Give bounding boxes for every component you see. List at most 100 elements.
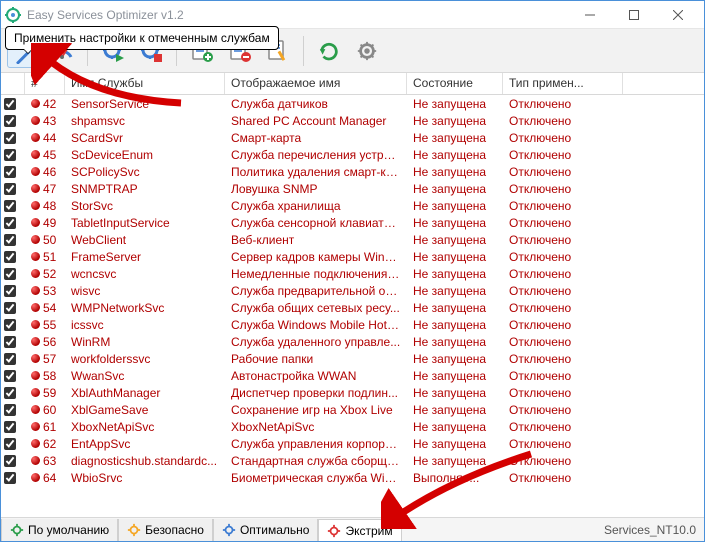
row-index: 52 (25, 267, 65, 281)
row-state: Не запущена (407, 97, 503, 111)
row-display-name: Служба сенсорной клавиатур... (225, 216, 407, 230)
row-checkbox[interactable] (4, 319, 16, 331)
table-row[interactable]: 64WbioSrvcБиометрическая служба Win...Вы… (1, 469, 704, 486)
status-dot-icon (31, 133, 40, 142)
row-checkbox[interactable] (4, 149, 16, 161)
table-row[interactable]: 44SCardSvrСмарт-картаНе запущенаОтключен… (1, 129, 704, 146)
maximize-button[interactable] (612, 1, 656, 29)
tab-extreme[interactable]: Экстрим (318, 519, 401, 541)
table-row[interactable]: 46SCPolicySvcПолитика удаления смарт-кар… (1, 163, 704, 180)
row-checkbox[interactable] (4, 438, 16, 450)
row-checkbox-cell (1, 387, 25, 399)
row-index: 56 (25, 335, 65, 349)
row-index: 53 (25, 284, 65, 298)
row-index: 58 (25, 369, 65, 383)
table-row[interactable]: 59XblAuthManagerДиспетчер проверки подли… (1, 384, 704, 401)
table-row[interactable]: 53wisvcСлужба предварительной оц...Не за… (1, 282, 704, 299)
row-checkbox[interactable] (4, 285, 16, 297)
table-row[interactable]: 55icssvcСлужба Windows Mobile HotspotНе … (1, 316, 704, 333)
row-checkbox[interactable] (4, 115, 16, 127)
table-row[interactable]: 62EntAppSvcСлужба управления корпора...Н… (1, 435, 704, 452)
table-row[interactable]: 43shpamsvcShared PC Account ManagerНе за… (1, 112, 704, 129)
settings-button[interactable] (350, 34, 384, 68)
row-checkbox[interactable] (4, 370, 16, 382)
minimize-button[interactable] (568, 1, 612, 29)
row-checkbox-cell (1, 268, 25, 280)
row-service-name: WwanSvc (65, 369, 225, 383)
table-row[interactable]: 63diagnosticshub.standardc...Стандартная… (1, 452, 704, 469)
row-checkbox[interactable] (4, 132, 16, 144)
row-checkbox[interactable] (4, 200, 16, 212)
refresh-button[interactable] (312, 34, 346, 68)
row-startup-type: Отключено (503, 250, 623, 264)
row-checkbox[interactable] (4, 268, 16, 280)
services-table[interactable]: # Имя Службы Отображаемое имя Состояние … (1, 73, 704, 517)
table-row[interactable]: 45ScDeviceEnumСлужба перечисления устрой… (1, 146, 704, 163)
row-startup-type: Отключено (503, 148, 623, 162)
close-button[interactable] (656, 1, 700, 29)
row-checkbox[interactable] (4, 234, 16, 246)
column-checkbox[interactable] (1, 73, 25, 94)
column-state[interactable]: Состояние (407, 73, 503, 94)
maximize-icon (629, 10, 639, 20)
row-display-name: Служба общих сетевых ресу... (225, 301, 407, 315)
table-row[interactable]: 56WinRMСлужба удаленного управле...Не за… (1, 333, 704, 350)
row-checkbox[interactable] (4, 166, 16, 178)
row-checkbox[interactable] (4, 404, 16, 416)
table-row[interactable]: 58WwanSvcАвтонастройка WWANНе запущенаОт… (1, 367, 704, 384)
table-row[interactable]: 52wcncsvcНемедленные подключения W...Не … (1, 265, 704, 282)
status-dot-icon (31, 99, 40, 108)
column-service-name[interactable]: Имя Службы (65, 73, 225, 94)
titlebar: Easy Services Optimizer v1.2 (1, 1, 704, 29)
row-display-name: Политика удаления смарт-карт (225, 165, 407, 179)
table-row[interactable]: 60XblGameSaveСохранение игр на Xbox Live… (1, 401, 704, 418)
row-display-name: Служба хранилища (225, 199, 407, 213)
row-checkbox[interactable] (4, 98, 16, 110)
row-display-name: Рабочие папки (225, 352, 407, 366)
row-service-name: StorSvc (65, 199, 225, 213)
table-row[interactable]: 54WMPNetworkSvcСлужба общих сетевых ресу… (1, 299, 704, 316)
table-row[interactable]: 57workfolderssvcРабочие папкиНе запущена… (1, 350, 704, 367)
row-service-name: EntAppSvc (65, 437, 225, 451)
row-service-name: diagnosticshub.standardc... (65, 454, 225, 468)
row-checkbox[interactable] (4, 336, 16, 348)
row-checkbox[interactable] (4, 455, 16, 467)
table-row[interactable]: 47SNMPTRAPЛовушка SNMPНе запущенаОтключе… (1, 180, 704, 197)
status-dot-icon (31, 116, 40, 125)
tab-default[interactable]: По умолчанию (1, 519, 118, 541)
row-state: Не запущена (407, 420, 503, 434)
table-row[interactable]: 61XboxNetApiSvcXboxNetApiSvcНе запущенаО… (1, 418, 704, 435)
row-checkbox[interactable] (4, 387, 16, 399)
row-checkbox-cell (1, 234, 25, 246)
table-row[interactable]: 42SensorServiceСлужба датчиковНе запущен… (1, 95, 704, 112)
status-dot-icon (31, 167, 40, 176)
row-checkbox-cell (1, 285, 25, 297)
column-startup-type[interactable]: Тип примен... (503, 73, 623, 94)
close-icon (673, 10, 683, 20)
row-state: Не запущена (407, 233, 503, 247)
row-checkbox[interactable] (4, 217, 16, 229)
row-checkbox[interactable] (4, 353, 16, 365)
row-index: 44 (25, 131, 65, 145)
row-checkbox[interactable] (4, 472, 16, 484)
table-row[interactable]: 48StorSvcСлужба хранилищаНе запущенаОткл… (1, 197, 704, 214)
row-checkbox-cell (1, 149, 25, 161)
tab-optimal[interactable]: Оптимально (213, 519, 319, 541)
row-checkbox-cell (1, 132, 25, 144)
row-display-name: Веб-клиент (225, 233, 407, 247)
table-row[interactable]: 51FrameServerСервер кадров камеры Windo.… (1, 248, 704, 265)
row-index: 43 (25, 114, 65, 128)
row-startup-type: Отключено (503, 131, 623, 145)
row-checkbox[interactable] (4, 251, 16, 263)
table-row[interactable]: 50WebClientВеб-клиентНе запущенаОтключен… (1, 231, 704, 248)
table-row[interactable]: 49TabletInputServiceСлужба сенсорной кла… (1, 214, 704, 231)
row-startup-type: Отключено (503, 454, 623, 468)
row-checkbox[interactable] (4, 302, 16, 314)
column-index[interactable]: # (25, 73, 65, 94)
row-display-name: XboxNetApiSvc (225, 420, 407, 434)
row-checkbox[interactable] (4, 421, 16, 433)
column-display-name[interactable]: Отображаемое имя (225, 73, 407, 94)
tab-safe[interactable]: Безопасно (118, 519, 213, 541)
row-state: Не запущена (407, 318, 503, 332)
row-checkbox[interactable] (4, 183, 16, 195)
